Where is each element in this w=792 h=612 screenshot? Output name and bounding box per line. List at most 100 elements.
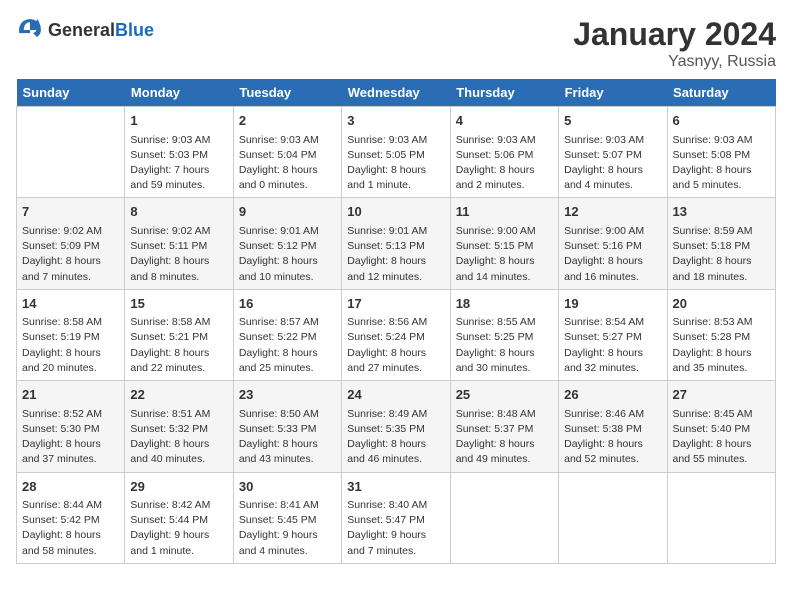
date-number: 21 <box>22 385 119 405</box>
sunset-text: Sunset: 5:04 PM <box>239 149 317 161</box>
sunset-text: Sunset: 5:12 PM <box>239 240 317 252</box>
date-number: 1 <box>130 111 227 131</box>
sunset-text: Sunset: 5:08 PM <box>673 149 751 161</box>
day-cell: 13 Sunrise: 8:59 AM Sunset: 5:18 PM Dayl… <box>667 198 775 289</box>
calendar-body: 1 Sunrise: 9:03 AM Sunset: 5:03 PM Dayli… <box>17 107 776 564</box>
daylight-text: Daylight: 8 hours and 22 minutes. <box>130 347 209 374</box>
daylight-text: Daylight: 8 hours and 49 minutes. <box>456 438 535 465</box>
cell-info: Sunrise: 8:52 AM Sunset: 5:30 PM Dayligh… <box>22 407 119 468</box>
date-number: 31 <box>347 477 444 497</box>
cell-info: Sunrise: 9:03 AM Sunset: 5:06 PM Dayligh… <box>456 133 553 194</box>
cell-info: Sunrise: 9:03 AM Sunset: 5:05 PM Dayligh… <box>347 133 444 194</box>
sunset-text: Sunset: 5:24 PM <box>347 331 425 343</box>
daylight-text: Daylight: 8 hours and 55 minutes. <box>673 438 752 465</box>
sunrise-text: Sunrise: 9:03 AM <box>456 134 536 146</box>
date-number: 12 <box>564 202 661 222</box>
sunrise-text: Sunrise: 8:55 AM <box>456 316 536 328</box>
cell-info: Sunrise: 8:59 AM Sunset: 5:18 PM Dayligh… <box>673 224 770 285</box>
sunset-text: Sunset: 5:18 PM <box>673 240 751 252</box>
day-cell <box>667 472 775 563</box>
day-cell: 20 Sunrise: 8:53 AM Sunset: 5:28 PM Dayl… <box>667 289 775 380</box>
cell-info: Sunrise: 8:53 AM Sunset: 5:28 PM Dayligh… <box>673 315 770 376</box>
cell-info: Sunrise: 9:03 AM Sunset: 5:07 PM Dayligh… <box>564 133 661 194</box>
day-cell: 19 Sunrise: 8:54 AM Sunset: 5:27 PM Dayl… <box>559 289 667 380</box>
col-saturday: Saturday <box>667 79 775 107</box>
header-row: Sunday Monday Tuesday Wednesday Thursday… <box>17 79 776 107</box>
day-cell: 15 Sunrise: 8:58 AM Sunset: 5:21 PM Dayl… <box>125 289 233 380</box>
date-number: 2 <box>239 111 336 131</box>
date-number: 5 <box>564 111 661 131</box>
sunset-text: Sunset: 5:38 PM <box>564 423 642 435</box>
day-cell: 17 Sunrise: 8:56 AM Sunset: 5:24 PM Dayl… <box>342 289 450 380</box>
sunset-text: Sunset: 5:35 PM <box>347 423 425 435</box>
cell-info: Sunrise: 8:57 AM Sunset: 5:22 PM Dayligh… <box>239 315 336 376</box>
sunset-text: Sunset: 5:28 PM <box>673 331 751 343</box>
day-cell: 3 Sunrise: 9:03 AM Sunset: 5:05 PM Dayli… <box>342 107 450 198</box>
sunset-text: Sunset: 5:07 PM <box>564 149 642 161</box>
cell-info: Sunrise: 9:03 AM Sunset: 5:03 PM Dayligh… <box>130 133 227 194</box>
date-number: 22 <box>130 385 227 405</box>
sunset-text: Sunset: 5:47 PM <box>347 514 425 526</box>
sunrise-text: Sunrise: 8:58 AM <box>130 316 210 328</box>
logo-text: GeneralBlue <box>48 20 154 41</box>
sunrise-text: Sunrise: 8:56 AM <box>347 316 427 328</box>
page-header: GeneralBlue January 2024 Yasnyy, Russia <box>16 16 776 71</box>
day-cell: 5 Sunrise: 9:03 AM Sunset: 5:07 PM Dayli… <box>559 107 667 198</box>
day-cell: 28 Sunrise: 8:44 AM Sunset: 5:42 PM Dayl… <box>17 472 125 563</box>
cell-info: Sunrise: 9:00 AM Sunset: 5:16 PM Dayligh… <box>564 224 661 285</box>
sunset-text: Sunset: 5:09 PM <box>22 240 100 252</box>
sunrise-text: Sunrise: 9:03 AM <box>130 134 210 146</box>
cell-info: Sunrise: 9:02 AM Sunset: 5:09 PM Dayligh… <box>22 224 119 285</box>
cell-info: Sunrise: 8:42 AM Sunset: 5:44 PM Dayligh… <box>130 498 227 559</box>
daylight-text: Daylight: 7 hours and 59 minutes. <box>130 164 209 191</box>
title-block: January 2024 Yasnyy, Russia <box>573 16 776 71</box>
sunrise-text: Sunrise: 8:40 AM <box>347 499 427 511</box>
day-cell: 12 Sunrise: 9:00 AM Sunset: 5:16 PM Dayl… <box>559 198 667 289</box>
sunrise-text: Sunrise: 9:03 AM <box>239 134 319 146</box>
day-cell: 29 Sunrise: 8:42 AM Sunset: 5:44 PM Dayl… <box>125 472 233 563</box>
day-cell: 21 Sunrise: 8:52 AM Sunset: 5:30 PM Dayl… <box>17 381 125 472</box>
daylight-text: Daylight: 8 hours and 30 minutes. <box>456 347 535 374</box>
day-cell: 26 Sunrise: 8:46 AM Sunset: 5:38 PM Dayl… <box>559 381 667 472</box>
day-cell: 22 Sunrise: 8:51 AM Sunset: 5:32 PM Dayl… <box>125 381 233 472</box>
sunset-text: Sunset: 5:19 PM <box>22 331 100 343</box>
date-number: 27 <box>673 385 770 405</box>
week-row-5: 28 Sunrise: 8:44 AM Sunset: 5:42 PM Dayl… <box>17 472 776 563</box>
daylight-text: Daylight: 8 hours and 43 minutes. <box>239 438 318 465</box>
sunrise-text: Sunrise: 8:54 AM <box>564 316 644 328</box>
sunrise-text: Sunrise: 9:02 AM <box>22 225 102 237</box>
week-row-3: 14 Sunrise: 8:58 AM Sunset: 5:19 PM Dayl… <box>17 289 776 380</box>
sunset-text: Sunset: 5:32 PM <box>130 423 208 435</box>
daylight-text: Daylight: 8 hours and 8 minutes. <box>130 255 209 282</box>
sunrise-text: Sunrise: 8:42 AM <box>130 499 210 511</box>
day-cell <box>17 107 125 198</box>
day-cell: 9 Sunrise: 9:01 AM Sunset: 5:12 PM Dayli… <box>233 198 341 289</box>
sunrise-text: Sunrise: 9:03 AM <box>347 134 427 146</box>
sunrise-text: Sunrise: 9:01 AM <box>239 225 319 237</box>
cell-info: Sunrise: 8:48 AM Sunset: 5:37 PM Dayligh… <box>456 407 553 468</box>
sunrise-text: Sunrise: 9:00 AM <box>564 225 644 237</box>
day-cell: 25 Sunrise: 8:48 AM Sunset: 5:37 PM Dayl… <box>450 381 558 472</box>
sunrise-text: Sunrise: 8:58 AM <box>22 316 102 328</box>
daylight-text: Daylight: 8 hours and 25 minutes. <box>239 347 318 374</box>
date-number: 4 <box>456 111 553 131</box>
daylight-text: Daylight: 8 hours and 40 minutes. <box>130 438 209 465</box>
daylight-text: Daylight: 8 hours and 37 minutes. <box>22 438 101 465</box>
daylight-text: Daylight: 8 hours and 20 minutes. <box>22 347 101 374</box>
day-cell <box>559 472 667 563</box>
week-row-2: 7 Sunrise: 9:02 AM Sunset: 5:09 PM Dayli… <box>17 198 776 289</box>
date-number: 7 <box>22 202 119 222</box>
daylight-text: Daylight: 8 hours and 27 minutes. <box>347 347 426 374</box>
cell-info: Sunrise: 9:01 AM Sunset: 5:12 PM Dayligh… <box>239 224 336 285</box>
date-number: 19 <box>564 294 661 314</box>
date-number: 17 <box>347 294 444 314</box>
day-cell: 8 Sunrise: 9:02 AM Sunset: 5:11 PM Dayli… <box>125 198 233 289</box>
col-sunday: Sunday <box>17 79 125 107</box>
sunset-text: Sunset: 5:13 PM <box>347 240 425 252</box>
cell-info: Sunrise: 8:41 AM Sunset: 5:45 PM Dayligh… <box>239 498 336 559</box>
date-number: 10 <box>347 202 444 222</box>
day-cell: 18 Sunrise: 8:55 AM Sunset: 5:25 PM Dayl… <box>450 289 558 380</box>
sunset-text: Sunset: 5:21 PM <box>130 331 208 343</box>
cell-info: Sunrise: 8:55 AM Sunset: 5:25 PM Dayligh… <box>456 315 553 376</box>
sunset-text: Sunset: 5:22 PM <box>239 331 317 343</box>
